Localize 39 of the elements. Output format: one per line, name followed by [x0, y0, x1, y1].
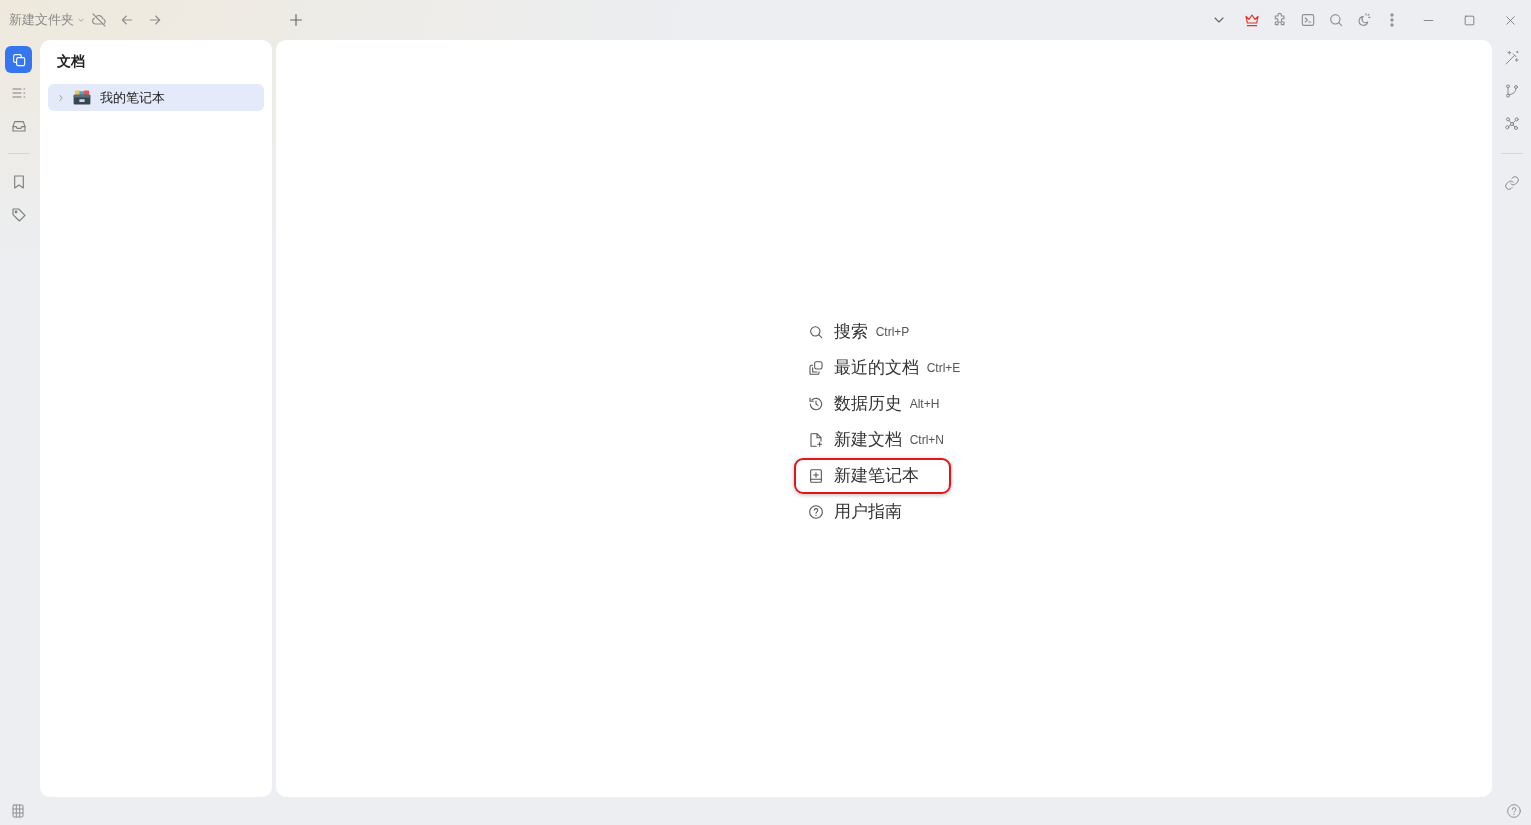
moon-sun-icon[interactable]	[1356, 12, 1372, 28]
file-plus-icon	[807, 431, 824, 448]
shortcut-label: Ctrl+P	[875, 324, 910, 339]
crown-icon[interactable]	[1244, 12, 1260, 28]
tag-icon	[10, 206, 27, 223]
dock-tab[interactable]	[5, 46, 32, 73]
forward-arrow-icon[interactable]	[147, 12, 163, 28]
help-icon[interactable]	[1506, 803, 1522, 819]
notebook-item[interactable]: 我的笔记本	[48, 84, 264, 111]
layout-icon[interactable]	[10, 803, 26, 819]
search-icon[interactable]	[1328, 12, 1344, 28]
menu-item[interactable]: 数据历史 Alt+H	[793, 385, 954, 422]
help-icon	[807, 503, 824, 520]
menu-item[interactable]: 新建笔记本	[793, 457, 951, 494]
shortcut-label: Ctrl+E	[926, 360, 961, 375]
magic-wand-icon[interactable]	[1503, 50, 1520, 66]
shortcut-label: Alt+H	[909, 396, 940, 411]
shortcut-label: Ctrl+N	[909, 432, 944, 447]
menu-item[interactable]: 新建文档 Ctrl+N	[793, 421, 958, 458]
branch-icon[interactable]	[1503, 83, 1520, 99]
maximize-icon[interactable]	[1463, 13, 1476, 27]
documents-icon	[10, 51, 27, 68]
menu-item[interactable]: 搜索 Ctrl+P	[793, 313, 924, 350]
copy-icon	[807, 359, 824, 376]
search-icon	[807, 323, 824, 340]
terminal-icon[interactable]	[1300, 12, 1316, 28]
puzzle-icon[interactable]	[1272, 12, 1288, 28]
menu-item[interactable]: 用户指南	[793, 493, 916, 530]
plus-icon[interactable]	[288, 12, 304, 28]
menu-item[interactable]: 最近的文档 Ctrl+E	[793, 349, 975, 386]
history-icon	[807, 395, 824, 412]
link-icon[interactable]	[1503, 175, 1520, 191]
close-icon[interactable]	[1504, 13, 1517, 27]
notebook-plus-icon	[807, 467, 824, 484]
card-box-icon	[73, 90, 91, 105]
panel-title: 文档	[56, 52, 85, 70]
cloud-off-icon[interactable]	[91, 12, 107, 28]
graph-icon[interactable]	[1503, 116, 1520, 132]
back-arrow-icon[interactable]	[119, 12, 135, 28]
